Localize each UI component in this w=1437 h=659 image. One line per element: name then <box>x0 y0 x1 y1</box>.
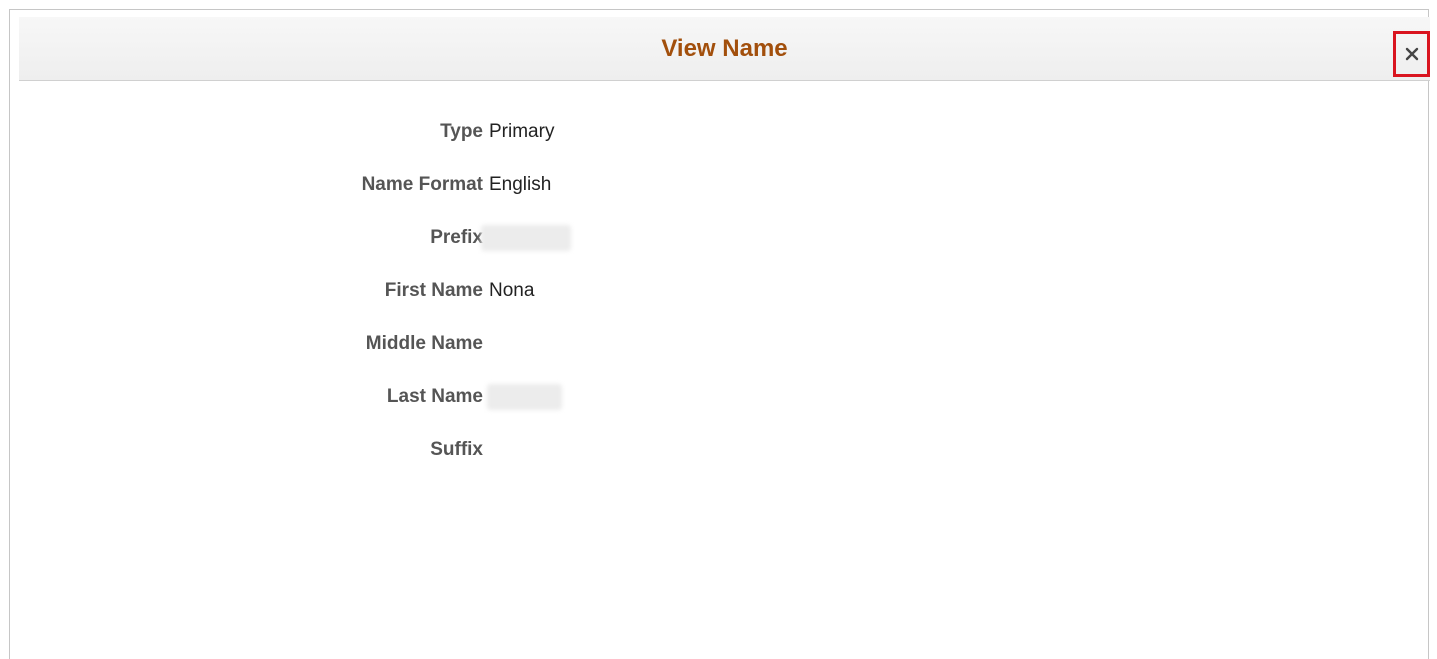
field-row-middle-name: Middle Name <box>10 329 810 359</box>
redacted-prefix <box>481 225 571 251</box>
view-name-dialog: View Name Type Primary Name Format Engli… <box>9 9 1430 659</box>
first-name-label: First Name <box>384 280 483 301</box>
type-label: Type <box>440 121 483 142</box>
dialog-header: View Name <box>19 17 1430 81</box>
field-row-first-name: First Name Nona <box>10 276 810 306</box>
redacted-last-name <box>487 384 562 410</box>
close-button[interactable] <box>1393 31 1430 77</box>
last-name-label: Last Name <box>386 386 483 407</box>
prefix-label: Prefix <box>430 227 483 248</box>
suffix-label: Suffix <box>430 439 483 460</box>
type-value: Primary <box>489 121 555 142</box>
field-row-prefix: Prefix <box>10 223 810 253</box>
field-row-last-name: Last Name <box>10 382 810 412</box>
name-format-label: Name Format <box>361 174 483 195</box>
middle-name-label: Middle Name <box>365 333 483 354</box>
close-icon <box>1405 47 1419 61</box>
name-format-value: English <box>489 174 552 195</box>
first-name-value: Nona <box>489 280 535 301</box>
field-row-suffix: Suffix <box>10 435 810 465</box>
dialog-title: View Name <box>661 35 788 62</box>
field-row-name-format: Name Format English <box>10 170 810 200</box>
field-row-type: Type Primary <box>10 117 810 147</box>
